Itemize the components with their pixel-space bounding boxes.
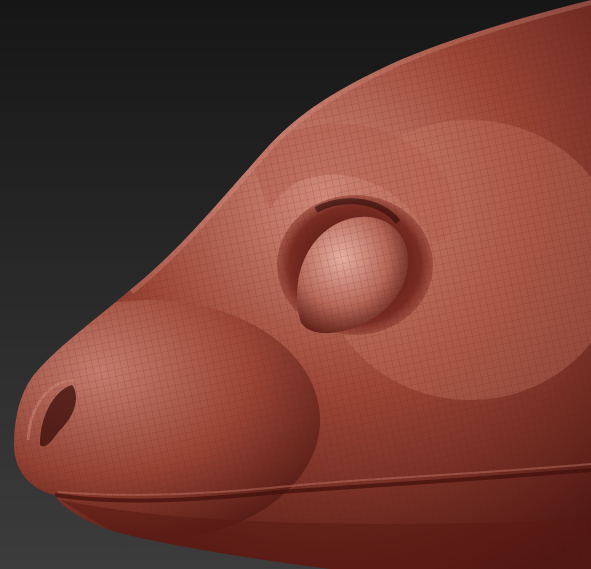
render-viewport[interactable] xyxy=(0,0,591,569)
sculpt-render xyxy=(0,0,591,569)
